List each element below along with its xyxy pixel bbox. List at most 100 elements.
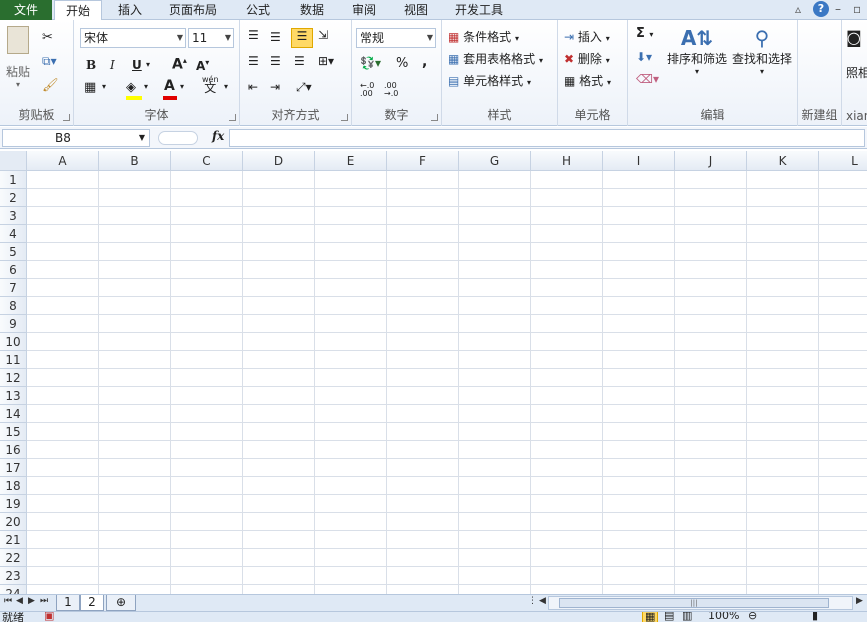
column-header-k[interactable]: K — [747, 151, 819, 171]
number-launcher-icon[interactable] — [431, 114, 438, 121]
row-header-21[interactable]: 21 — [0, 531, 27, 549]
select-all-corner[interactable] — [0, 151, 27, 171]
first-sheet-icon[interactable]: ⏮ — [4, 596, 12, 606]
tab-split-handle[interactable]: ⋮ — [528, 596, 537, 606]
format-as-table-button[interactable]: ▦ 套用表格格式 ▾ — [448, 50, 543, 67]
row-header-3[interactable]: 3 — [0, 207, 27, 225]
shrink-font-button[interactable]: A▾ — [196, 58, 209, 73]
row-header-5[interactable]: 5 — [0, 243, 27, 261]
percent-button[interactable]: % — [396, 56, 408, 71]
font-name-select[interactable]: 宋体 ▼ — [80, 28, 186, 48]
merge-center-icon[interactable]: ⊞▾ — [318, 54, 334, 68]
column-header-d[interactable]: D — [243, 151, 315, 171]
tab-developer[interactable]: 开发工具 — [448, 0, 510, 20]
format-painter-icon[interactable]: 🖌 — [42, 78, 59, 93]
camera-icon[interactable]: ◙ — [846, 28, 862, 47]
row-header-18[interactable]: 18 — [0, 477, 27, 495]
column-header-l[interactable]: L — [819, 151, 867, 171]
clear-icon[interactable]: ⌫▾ — [636, 72, 659, 86]
increase-decimal-icon[interactable]: ←.0.00 — [360, 82, 374, 98]
decrease-indent-icon[interactable]: ⇤ — [248, 80, 258, 94]
row-header-17[interactable]: 17 — [0, 459, 27, 477]
increase-indent-icon[interactable]: ⇥ — [270, 80, 280, 94]
row-header-4[interactable]: 4 — [0, 225, 27, 243]
horizontal-scrollbar[interactable]: ||| — [548, 596, 853, 610]
currency-icon[interactable]: 💱▾ — [360, 56, 381, 70]
tab-formulas[interactable]: 公式 — [236, 0, 280, 20]
italic-button[interactable]: I — [110, 58, 115, 72]
conditional-format-button[interactable]: ▦ 条件格式 ▾ — [448, 28, 519, 45]
column-header-c[interactable]: C — [171, 151, 243, 171]
row-header-22[interactable]: 22 — [0, 549, 27, 567]
column-header-a[interactable]: A — [27, 151, 99, 171]
font-size-select[interactable]: 11 ▼ — [188, 28, 234, 48]
column-header-i[interactable]: I — [603, 151, 675, 171]
underline-button[interactable]: U — [132, 58, 142, 72]
align-bottom-icon[interactable]: ☰ — [291, 28, 313, 48]
row-header-15[interactable]: 15 — [0, 423, 27, 441]
number-format-select[interactable]: 常规 ▼ — [356, 28, 436, 48]
row-header-8[interactable]: 8 — [0, 297, 27, 315]
row-header-2[interactable]: 2 — [0, 189, 27, 207]
page-layout-view-icon[interactable]: ▤ — [664, 612, 674, 622]
insert-function-button[interactable]: fx — [212, 129, 224, 143]
find-select-button[interactable]: ⚲ 查找和选择 ▾ — [730, 26, 794, 76]
align-center-icon[interactable]: ☰ — [270, 54, 281, 68]
paste-button[interactable]: 粘贴 ▾ — [4, 26, 32, 89]
align-top-icon[interactable]: ☰ — [248, 28, 259, 42]
row-header-12[interactable]: 12 — [0, 369, 27, 387]
row-header-9[interactable]: 9 — [0, 315, 27, 333]
tab-data[interactable]: 数据 — [290, 0, 334, 20]
align-left-icon[interactable]: ☰ — [248, 54, 259, 68]
tab-review[interactable]: 审阅 — [342, 0, 386, 20]
cell-styles-button[interactable]: ▤ 单元格样式 ▾ — [448, 72, 531, 89]
cut-icon[interactable]: ✂ — [42, 30, 53, 45]
decrease-decimal-icon[interactable]: .00 →.0 — [384, 82, 398, 98]
row-header-16[interactable]: 16 — [0, 441, 27, 459]
row-header-14[interactable]: 14 — [0, 405, 27, 423]
underline-dropdown-icon[interactable]: ▾ — [146, 60, 150, 69]
tab-home[interactable]: 开始 — [54, 0, 102, 21]
sort-filter-button[interactable]: A⇅ 排序和筛选 ▾ — [666, 26, 728, 76]
row-header-19[interactable]: 19 — [0, 495, 27, 513]
zoom-level[interactable]: 100% — [708, 612, 739, 622]
prev-sheet-icon[interactable]: ◀ — [16, 596, 23, 606]
help-icon[interactable]: ? — [813, 1, 829, 17]
column-header-j[interactable]: J — [675, 151, 747, 171]
chevron-down-icon[interactable]: ▼ — [139, 130, 145, 146]
fill-color-dropdown-icon[interactable]: ▾ — [144, 82, 148, 91]
sheet-tab-2[interactable]: 2 — [80, 595, 104, 611]
phonetic-button[interactable]: wén 文 — [202, 76, 219, 95]
cell-area[interactable] — [27, 171, 867, 594]
macro-record-icon[interactable]: ▣ — [44, 612, 54, 622]
column-header-h[interactable]: H — [531, 151, 603, 171]
file-tab[interactable]: 文件 — [0, 0, 52, 20]
next-sheet-icon[interactable]: ▶ — [28, 596, 35, 606]
format-cells-button[interactable]: ▦ 格式 ▾ — [564, 72, 611, 89]
font-launcher-icon[interactable] — [229, 114, 236, 121]
row-header-23[interactable]: 23 — [0, 567, 27, 585]
normal-view-icon[interactable]: ▦ — [642, 612, 659, 622]
row-header-24[interactable]: 24 — [0, 585, 27, 594]
row-header-1[interactable]: 1 — [0, 171, 27, 189]
column-header-g[interactable]: G — [459, 151, 531, 171]
border-icon[interactable]: ▦ — [84, 80, 96, 95]
grow-font-button[interactable]: A▴ — [172, 56, 187, 73]
tab-view[interactable]: 视图 — [394, 0, 438, 20]
fill-color-icon[interactable]: ◈ — [126, 80, 136, 95]
row-header-20[interactable]: 20 — [0, 513, 27, 531]
clipboard-launcher-icon[interactable] — [63, 114, 70, 121]
comma-button[interactable]: , — [422, 54, 427, 70]
scroll-right-icon[interactable]: ▶ — [856, 596, 863, 606]
insert-sheet-icon[interactable]: ⊕ — [106, 595, 136, 611]
ribbon-minimize-icon[interactable]: ▵ — [795, 2, 801, 16]
autosum-button[interactable]: Σ ▾ — [636, 26, 653, 41]
name-box[interactable]: B8 ▼ — [2, 129, 150, 147]
fill-icon[interactable]: ⬇▾ — [636, 50, 652, 64]
align-middle-icon[interactable]: ☰ — [270, 30, 281, 44]
bold-button[interactable]: B — [86, 58, 96, 72]
formula-bar-expand-handle[interactable] — [158, 131, 198, 145]
column-header-f[interactable]: F — [387, 151, 459, 171]
tab-page-layout[interactable]: 页面布局 — [162, 0, 224, 20]
row-header-13[interactable]: 13 — [0, 387, 27, 405]
